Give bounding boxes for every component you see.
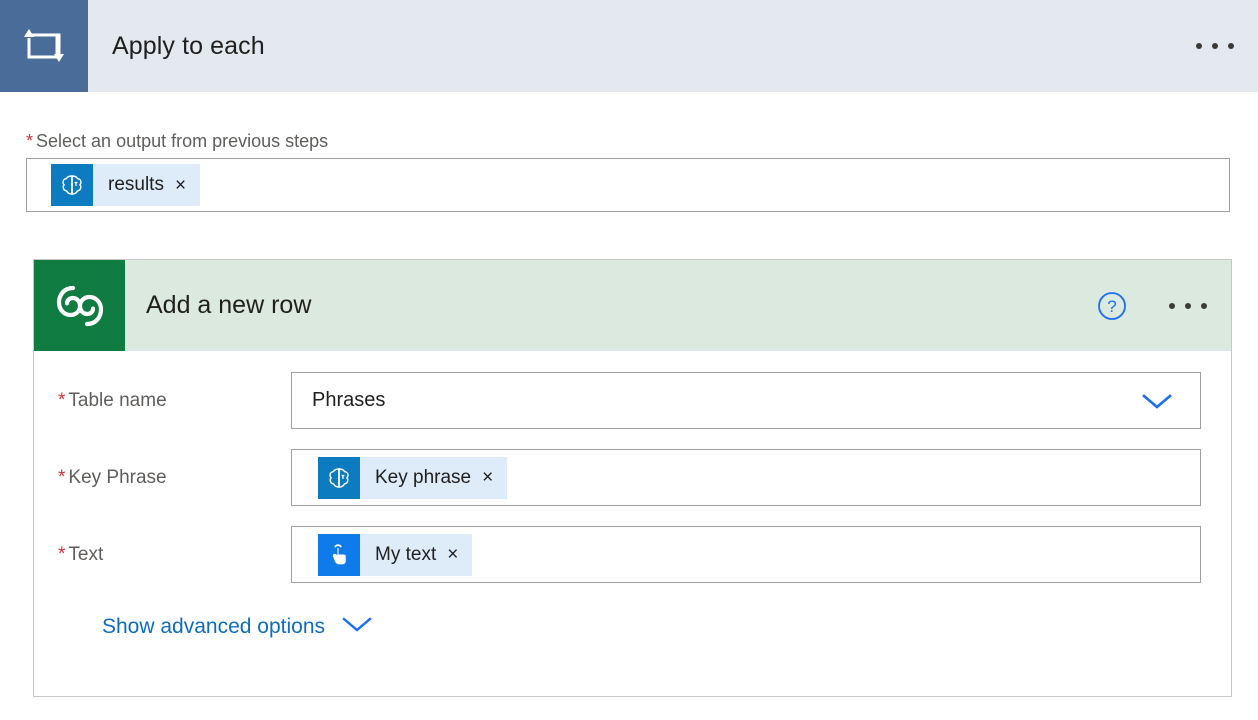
token-label: Key phrase — [360, 467, 477, 489]
form-row-key-phrase: *Key Phrase Key phrase × — [34, 449, 1231, 506]
svg-text:?: ? — [1107, 297, 1116, 316]
ellipsis-dot — [1169, 303, 1175, 309]
select-output-label-text: Select an output from previous steps — [36, 131, 328, 151]
cognitive-services-brain-icon — [318, 457, 360, 499]
field-label-key-phrase: *Key Phrase — [34, 467, 291, 489]
token-key-phrase[interactable]: Key phrase × — [318, 457, 507, 499]
ellipsis-dot — [1196, 43, 1202, 49]
select-output-input[interactable]: results × — [26, 158, 1230, 212]
required-asterisk: * — [58, 544, 65, 565]
token-label: results — [93, 174, 170, 196]
ellipsis-dot — [1185, 303, 1191, 309]
field-label-text: Text — [68, 544, 103, 565]
field-label-table-name: *Table name — [34, 390, 291, 412]
loop-repeat-icon — [0, 0, 88, 92]
ellipsis-dot — [1228, 43, 1234, 49]
apply-to-each-more-options-icon[interactable] — [1196, 43, 1234, 49]
action-card-header: Add a new row ? — [34, 260, 1231, 351]
required-asterisk: * — [58, 467, 65, 488]
show-advanced-options-label: Show advanced options — [102, 615, 325, 639]
key-phrase-input[interactable]: Key phrase × — [291, 449, 1201, 506]
text-input[interactable]: My text × — [291, 526, 1201, 583]
table-name-dropdown[interactable]: Phrases — [291, 372, 1201, 429]
chevron-down-icon[interactable] — [341, 615, 373, 639]
show-advanced-options-link[interactable]: Show advanced options — [102, 615, 373, 639]
chevron-down-icon[interactable] — [1140, 391, 1200, 411]
select-output-label: *Select an output from previous steps — [26, 131, 328, 152]
action-card-title: Add a new row — [146, 291, 311, 320]
token-my-text[interactable]: My text × — [318, 534, 472, 576]
action-card-add-a-new-row: Add a new row ? *Table name Phrases — [33, 259, 1232, 697]
page-title: Apply to each — [112, 32, 265, 61]
help-circle-icon[interactable]: ? — [1097, 291, 1127, 321]
token-label: My text — [360, 544, 442, 566]
ellipsis-dot — [1201, 303, 1207, 309]
cognitive-services-brain-icon — [51, 164, 93, 206]
apply-to-each-header: Apply to each — [0, 0, 1258, 92]
ellipsis-dot — [1212, 43, 1218, 49]
field-label-text: Key Phrase — [68, 467, 166, 488]
token-remove-icon[interactable]: × — [170, 176, 200, 195]
required-asterisk: * — [58, 390, 65, 411]
token-remove-icon[interactable]: × — [442, 545, 472, 564]
token-remove-icon[interactable]: × — [477, 468, 507, 487]
action-card-form: *Table name Phrases *Key Phrase — [34, 351, 1231, 639]
field-label-text-field: *Text — [34, 544, 291, 566]
required-asterisk: * — [26, 131, 33, 151]
table-name-value: Phrases — [312, 389, 385, 412]
token-results[interactable]: results × — [51, 164, 200, 206]
form-row-text: *Text My text × — [34, 526, 1231, 583]
smartsheet-logo-icon — [34, 260, 125, 351]
field-label-text: Table name — [68, 390, 166, 411]
action-card-more-options-icon[interactable] — [1169, 303, 1207, 309]
form-row-table-name: *Table name Phrases — [34, 372, 1231, 429]
powerapps-tap-icon — [318, 534, 360, 576]
